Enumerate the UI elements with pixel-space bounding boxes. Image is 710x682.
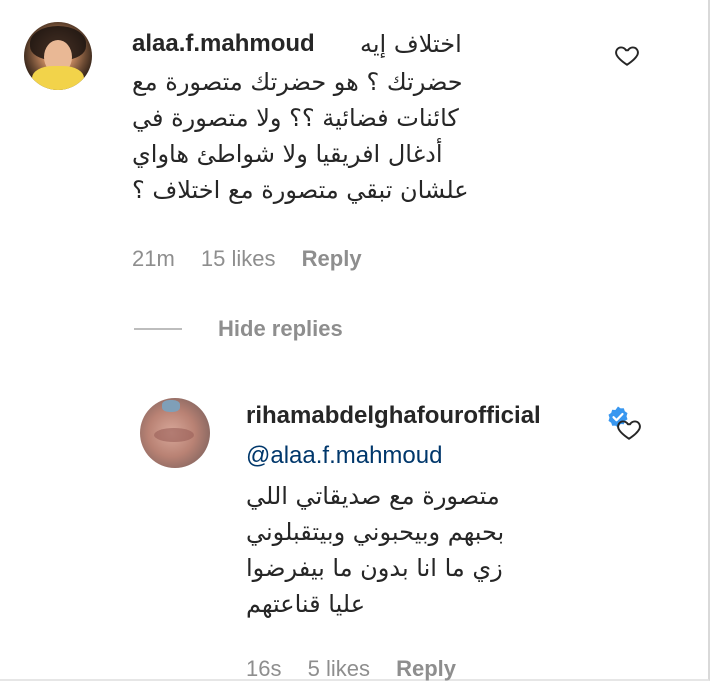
comment-body-line: حضرتك ؟ هو حضرتك متصورة مع [132, 68, 463, 96]
hide-replies-label[interactable]: Hide replies [218, 316, 343, 342]
avatar[interactable] [140, 398, 210, 468]
comment-body-line: كائنات فضائية ؟؟ ولا متصورة في [132, 104, 459, 132]
reply-meta: 16s 5 likes Reply [246, 656, 476, 682]
reply-body-line: بحبهم وبيحبوني وبيتقبلوني [246, 518, 505, 546]
avatar-cap [162, 400, 180, 412]
reply-likes[interactable]: 5 likes [308, 656, 370, 681]
comment-likes[interactable]: 15 likes [201, 246, 276, 271]
comment-body-line: علشان تبقي متصورة مع اختلاف ؟ [132, 176, 469, 204]
heart-outline-icon[interactable] [616, 416, 642, 442]
reply-body-line: عليا قناعتهم [246, 590, 366, 618]
avatar-fold [154, 428, 194, 442]
reply-time[interactable]: 16s [246, 656, 281, 681]
comment-time[interactable]: 21m [132, 246, 175, 271]
comment-body-line: أدغال افريقيا ولا شواطئ هاواي [132, 140, 443, 168]
comment-username[interactable]: alaa.f.mahmoud [132, 30, 315, 58]
comment-inline-text: اختلاف إيه [360, 30, 462, 58]
heart-outline-icon[interactable] [614, 42, 640, 68]
avatar-scarf [32, 66, 84, 90]
comment-meta: 21m 15 likes Reply [132, 246, 382, 272]
reply-button[interactable]: Reply [302, 246, 362, 271]
reply-body-line: متصورة مع صديقاتي اللي [246, 482, 500, 510]
hide-replies-toggle[interactable]: Hide replies [134, 316, 343, 342]
reply-body: متصورة مع صديقاتي اللي بحبهم وبيحبوني وب… [246, 478, 504, 622]
reply-mention-link[interactable]: @alaa.f.mahmoud [246, 442, 442, 470]
hide-replies-line [134, 328, 182, 330]
comment-body: حضرتك ؟ هو حضرتك متصورة مع كائنات فضائية… [132, 64, 469, 208]
avatar[interactable] [24, 22, 92, 90]
reply-body-line: زي ما انا بدون ما بيفرضوا [246, 554, 503, 582]
reply-username[interactable]: rihamabdelghafourofficial [246, 402, 541, 430]
reply-button[interactable]: Reply [396, 656, 456, 681]
